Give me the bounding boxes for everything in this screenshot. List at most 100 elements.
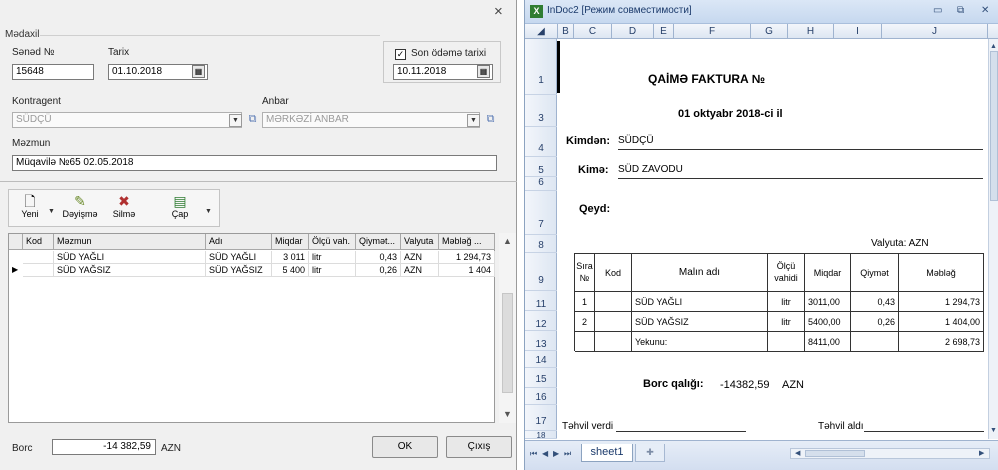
row-header[interactable]: 5 xyxy=(525,157,557,177)
table-cell[interactable]: 5400,00 xyxy=(805,312,851,332)
table-cell[interactable]: 2 xyxy=(575,312,595,332)
scroll-thumb[interactable] xyxy=(502,293,513,393)
row-header[interactable]: 1 xyxy=(525,39,557,95)
table-cell[interactable]: SÜD YAĞSIZ xyxy=(206,264,272,277)
close-icon[interactable]: ✕ xyxy=(981,5,989,16)
scroll-down-icon[interactable]: ▼ xyxy=(503,409,512,419)
row-header[interactable]: 14 xyxy=(525,351,557,368)
grid-header-olcu[interactable]: Ölçü vah. xyxy=(309,234,356,250)
table-cell[interactable] xyxy=(23,264,54,277)
row-header[interactable]: 18 xyxy=(525,431,557,439)
column-header[interactable]: G xyxy=(751,24,788,39)
row-header[interactable]: 17 xyxy=(525,405,557,431)
scroll-right-icon[interactable]: ▶ xyxy=(979,449,984,457)
grid-header-miqdar[interactable]: Miqdar xyxy=(272,234,309,250)
next-sheet-icon[interactable]: ▶ xyxy=(553,449,559,458)
table-cell[interactable]: AZN xyxy=(401,251,439,264)
restore-icon[interactable]: ⧉ xyxy=(957,5,964,16)
column-header[interactable]: C xyxy=(574,24,612,39)
first-sheet-icon[interactable]: ⏮ xyxy=(530,449,537,459)
scroll-up-icon[interactable]: ▲ xyxy=(503,236,512,246)
row-header[interactable]: 15 xyxy=(525,368,557,388)
column-header[interactable]: I xyxy=(834,24,882,39)
row-header[interactable]: 13 xyxy=(525,331,557,351)
table-cell[interactable]: SÜD YAĞSIZ xyxy=(632,312,768,332)
table-cell[interactable]: 3011,00 xyxy=(805,292,851,312)
column-header[interactable]: F xyxy=(674,24,751,39)
excel-vertical-scrollbar[interactable]: ▲ ▼ xyxy=(988,39,998,439)
grid-header-adi[interactable]: Adı xyxy=(206,234,272,250)
delete-button[interactable]: ✖ Silmə xyxy=(108,193,140,219)
table-cell[interactable] xyxy=(768,332,805,352)
doc-no-field[interactable]: 15648 xyxy=(12,64,94,80)
chevron-down-icon[interactable]: ▼ xyxy=(229,114,242,127)
last-sheet-icon[interactable]: ⏭ xyxy=(564,449,571,459)
open-link-icon[interactable]: ⧉ xyxy=(483,112,498,127)
contractor-select[interactable]: SÜDÇÜ xyxy=(12,112,242,128)
calendar-icon[interactable]: ▦ xyxy=(192,65,205,78)
warehouse-select[interactable]: MƏRKƏZİ ANBAR xyxy=(262,112,480,128)
horizontal-scrollbar[interactable]: ◀ ▶ xyxy=(790,448,990,459)
table-cell[interactable]: litr xyxy=(309,264,356,277)
table-cell[interactable] xyxy=(595,292,632,312)
row-header[interactable]: 12 xyxy=(525,311,557,331)
ok-button[interactable]: OK xyxy=(372,436,438,458)
row-header[interactable]: 9 xyxy=(525,253,557,291)
column-header[interactable]: B xyxy=(558,24,574,39)
chevron-down-icon[interactable]: ▼ xyxy=(205,208,212,215)
total-amount[interactable]: 2 698,73 xyxy=(899,332,984,352)
table-cell[interactable]: SÜD YAĞLI xyxy=(206,251,272,264)
table-cell[interactable]: 0,43 xyxy=(356,251,401,264)
table-cell[interactable] xyxy=(595,332,632,352)
table-cell[interactable]: SÜD YAĞLI xyxy=(54,251,206,264)
table-cell[interactable]: 1 404 xyxy=(439,264,495,277)
row-header[interactable]: 4 xyxy=(525,127,557,157)
row-header[interactable]: 7 xyxy=(525,191,557,235)
minimize-icon[interactable]: ▭ xyxy=(933,5,942,16)
scroll-left-icon[interactable]: ◀ xyxy=(795,449,800,457)
table-cell[interactable] xyxy=(595,312,632,332)
grid-header-mezmun[interactable]: Məzmun xyxy=(54,234,206,250)
print-button[interactable]: ▤ Çap xyxy=(167,193,193,219)
table-cell[interactable]: 1 294,73 xyxy=(899,292,984,312)
sheet-tab[interactable]: sheet1 xyxy=(581,444,633,462)
scroll-thumb[interactable] xyxy=(990,51,998,201)
table-cell[interactable]: 1 xyxy=(575,292,595,312)
table-cell[interactable] xyxy=(851,332,899,352)
grid-header-mebleg[interactable]: Məbləğ ... xyxy=(439,234,495,250)
row-header[interactable]: 16 xyxy=(525,388,557,405)
row-header[interactable]: 3 xyxy=(525,95,557,127)
new-sheet-icon[interactable]: ✚ xyxy=(635,444,665,462)
due-date-checkbox[interactable]: ✓ xyxy=(395,49,406,60)
prev-sheet-icon[interactable]: ◀ xyxy=(542,449,548,458)
total-label[interactable]: Yekunu: xyxy=(632,332,768,352)
table-cell[interactable]: 0,26 xyxy=(851,312,899,332)
table-cell[interactable]: SÜD YAĞLI xyxy=(632,292,768,312)
table-cell[interactable] xyxy=(23,251,54,264)
table-cell[interactable]: litr xyxy=(768,292,805,312)
open-link-icon[interactable]: ⧉ xyxy=(245,112,260,127)
table-cell[interactable]: 3 011 xyxy=(272,251,309,264)
content-field[interactable]: Müqavilə №65 02.05.2018 xyxy=(12,155,497,171)
table-cell[interactable]: AZN xyxy=(401,264,439,277)
grid-header-kod[interactable]: Kod xyxy=(23,234,54,250)
chevron-down-icon[interactable]: ▼ xyxy=(48,208,55,215)
row-header[interactable]: 11 xyxy=(525,291,557,311)
chevron-down-icon[interactable]: ▼ xyxy=(467,114,480,127)
column-header[interactable]: H xyxy=(788,24,834,39)
row-header[interactable]: 6 xyxy=(525,177,557,191)
change-button[interactable]: ✎ Dəyişmə xyxy=(57,193,103,219)
total-qty[interactable]: 8411,00 xyxy=(805,332,851,352)
table-cell[interactable]: 5 400 xyxy=(272,264,309,277)
calendar-icon[interactable]: ▦ xyxy=(477,65,490,78)
scroll-thumb[interactable] xyxy=(805,450,865,457)
table-cell[interactable]: litr xyxy=(309,251,356,264)
scroll-up-icon[interactable]: ▲ xyxy=(990,43,997,50)
grid-scrollbar[interactable]: ▲ ▼ xyxy=(499,233,516,423)
table-cell[interactable]: 1 294,73 xyxy=(439,251,495,264)
table-cell[interactable]: SÜD YAĞSIZ xyxy=(54,264,206,277)
table-cell[interactable]: 1 404,00 xyxy=(899,312,984,332)
exit-button[interactable]: Çıxış xyxy=(446,436,512,458)
table-cell[interactable] xyxy=(575,332,595,352)
table-cell[interactable]: 0,26 xyxy=(356,264,401,277)
